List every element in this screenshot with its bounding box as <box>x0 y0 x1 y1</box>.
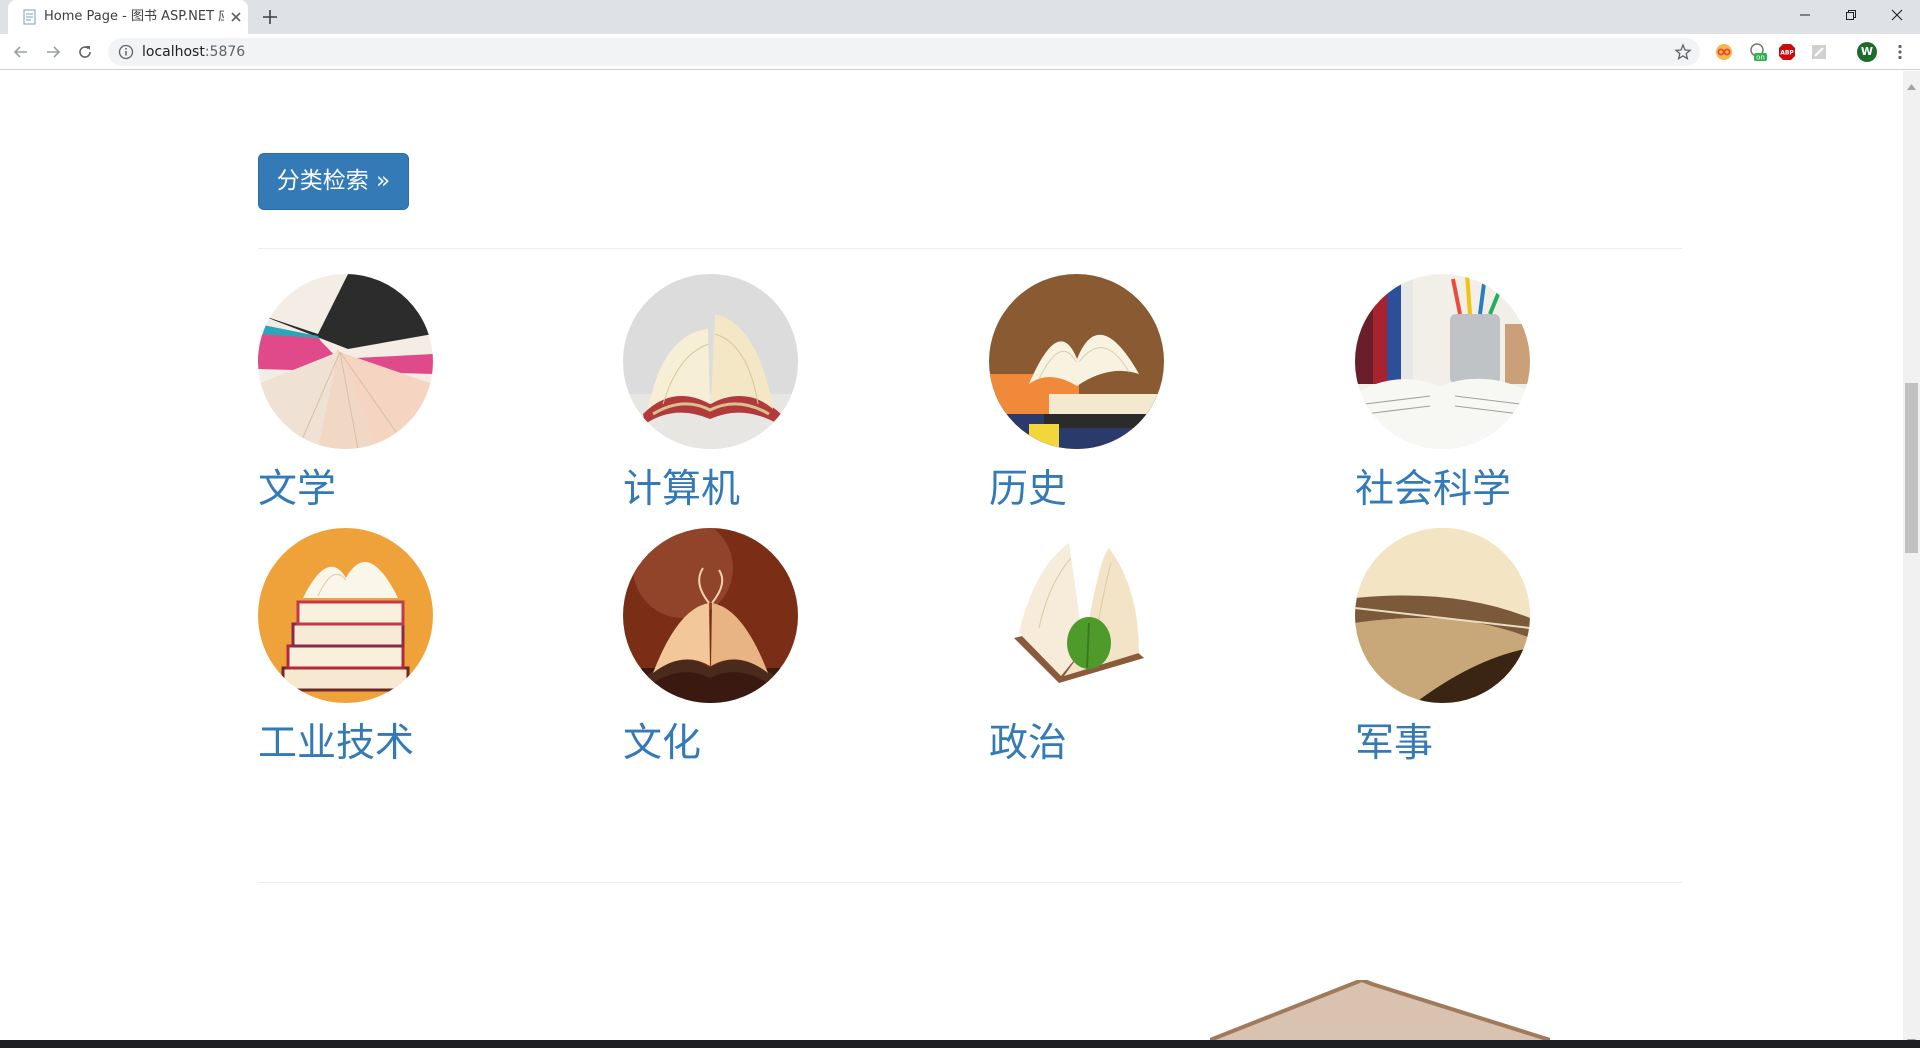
minimize-button[interactable] <box>1782 0 1828 30</box>
avatar[interactable]: W <box>1857 42 1877 62</box>
chevron-up-icon[interactable] <box>1907 75 1916 90</box>
url-port: :5876 <box>204 44 246 60</box>
url-host: localhost <box>142 44 205 60</box>
plus-icon[interactable] <box>260 7 280 27</box>
tab-title: Home Page - 图书 ASP.NET 应 <box>44 9 224 24</box>
open-book-image[interactable] <box>623 274 798 449</box>
browser-toolbar: localhost:5876 on ABP W <box>0 34 1920 70</box>
open-book-brown-background-image[interactable] <box>623 528 798 703</box>
category-item[interactable]: 军事 <box>1355 528 1555 768</box>
svg-text:ABP: ABP <box>1780 50 1794 57</box>
browser-tab[interactable]: Home Page - 图书 ASP.NET 应 <box>8 0 248 34</box>
category-link[interactable]: 工业技术 <box>258 721 414 767</box>
url-text[interactable]: localhost:5876 <box>142 43 245 61</box>
scrollbar-thumb[interactable] <box>1905 383 1918 553</box>
divider <box>258 882 1682 883</box>
open-book-and-pencil-cup-image[interactable] <box>1355 274 1530 449</box>
category-link[interactable]: 文化 <box>623 721 701 767</box>
category-search-button[interactable]: 分类检索 » <box>258 153 409 210</box>
category-item[interactable]: 计算机 <box>623 274 823 514</box>
tab-strip: Home Page - 图书 ASP.NET 应 <box>0 0 1920 34</box>
close-window-button[interactable] <box>1874 0 1920 30</box>
category-item[interactable]: 工业技术 <box>258 528 458 768</box>
category-link[interactable]: 军事 <box>1355 721 1433 767</box>
restore-button[interactable] <box>1828 0 1874 30</box>
close-icon[interactable] <box>228 9 244 25</box>
vertical-scrollbar[interactable] <box>1903 71 1920 1045</box>
page-icon <box>22 9 38 25</box>
category-link[interactable]: 政治 <box>989 721 1067 767</box>
pdf-extension-icon[interactable] <box>1809 42 1829 62</box>
abp-extension-icon[interactable]: ABP <box>1777 42 1797 62</box>
infinity-extension-icon[interactable] <box>1714 42 1734 62</box>
star-icon[interactable] <box>1674 43 1692 61</box>
category-link[interactable]: 历史 <box>989 467 1067 513</box>
fanned-book-pages-image[interactable] <box>258 274 433 449</box>
book-on-stack-image[interactable] <box>989 274 1164 449</box>
category-item[interactable]: 文化 <box>623 528 823 768</box>
category-link[interactable]: 计算机 <box>623 467 740 513</box>
svg-text:on: on <box>1756 54 1765 62</box>
carousel-book-image <box>1209 977 1551 1040</box>
book-closeup-image[interactable] <box>1355 528 1530 703</box>
more-vertical-icon[interactable] <box>1890 42 1910 62</box>
stack-of-books-image[interactable] <box>258 528 433 703</box>
os-taskbar <box>0 1040 1920 1048</box>
reload-icon[interactable] <box>74 41 96 63</box>
page-viewport: 分类检索 » 文学 计算机 历史 社会科学 工业技术 文化 政治 军事 <box>0 71 1903 1040</box>
book-with-green-leaf-image[interactable] <box>989 528 1164 703</box>
info-icon[interactable] <box>118 44 134 60</box>
category-link[interactable]: 社会科学 <box>1355 467 1511 513</box>
chevron-down-icon[interactable] <box>1907 1030 1916 1045</box>
on-toggle-extension-icon[interactable]: on <box>1748 42 1768 62</box>
arrow-right-icon[interactable] <box>42 41 64 63</box>
category-item[interactable]: 政治 <box>989 528 1189 768</box>
divider <box>258 248 1682 249</box>
address-bar[interactable]: localhost:5876 <box>108 38 1700 66</box>
arrow-left-icon[interactable] <box>10 41 32 63</box>
category-item[interactable]: 社会科学 <box>1355 274 1555 514</box>
category-item[interactable]: 文学 <box>258 274 458 514</box>
category-link[interactable]: 文学 <box>258 467 336 513</box>
category-item[interactable]: 历史 <box>989 274 1189 514</box>
